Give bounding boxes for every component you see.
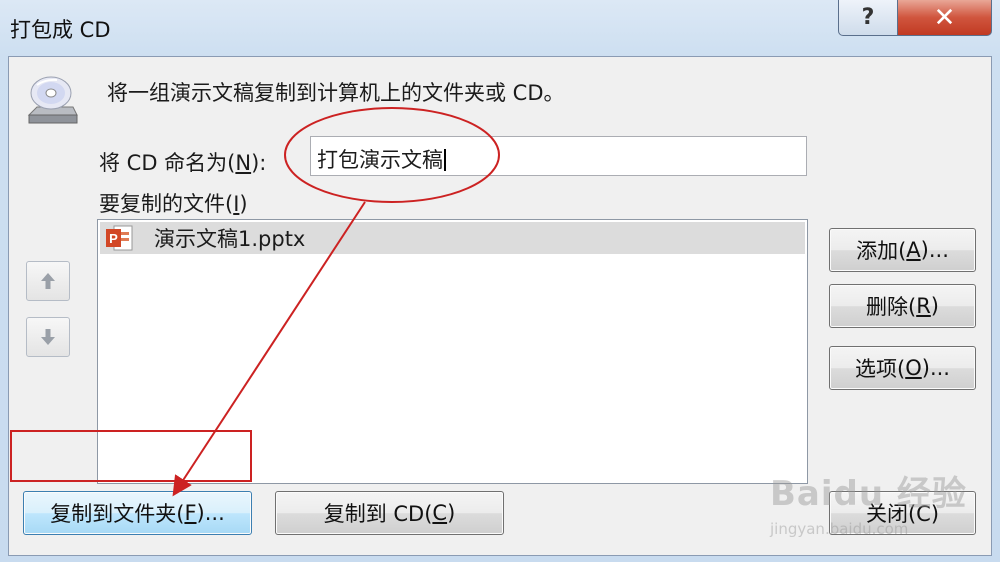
close-button[interactable]: 关闭(C) (829, 491, 976, 535)
delete-button[interactable]: 删除(R) (829, 284, 976, 328)
file-list[interactable]: P 演示文稿1.pptx (97, 219, 808, 484)
cd-drive-icon (27, 76, 78, 124)
dialog-description: 将一组演示文稿复制到计算机上的文件夹或 CD。 (107, 81, 565, 105)
arrow-up-icon (41, 273, 55, 289)
cd-name-label: 将 CD 命名为(N): (99, 151, 267, 175)
move-up-button[interactable] (26, 261, 70, 301)
cd-name-value: 打包演示文稿 (317, 148, 443, 172)
help-button[interactable]: ? (838, 0, 898, 36)
window-close-button[interactable]: ✕ (897, 0, 992, 36)
list-item[interactable]: P 演示文稿1.pptx (100, 222, 805, 254)
dialog-title: 打包成 CD (10, 18, 111, 42)
arrow-down-icon (41, 329, 55, 345)
file-name: 演示文稿1.pptx (154, 227, 306, 251)
options-button[interactable]: 选项(O)... (829, 346, 976, 390)
close-icon: ✕ (933, 2, 956, 33)
package-for-cd-dialog: 打包成 CD ? ✕ 将一组演示文稿复制到计算机上的文件夹或 CD。 将 CD … (0, 0, 1000, 562)
copy-to-cd-button[interactable]: 复制到 CD(C) (275, 491, 504, 535)
svg-text:P: P (109, 231, 118, 246)
copy-to-folder-button[interactable]: 复制到文件夹(F)... (23, 491, 252, 535)
help-icon: ? (861, 5, 875, 30)
files-to-copy-label: 要复制的文件(I) (99, 192, 248, 216)
add-button[interactable]: 添加(A)... (829, 228, 976, 272)
text-caret (444, 149, 446, 171)
move-down-button[interactable] (26, 317, 70, 357)
powerpoint-file-icon: P (104, 224, 134, 252)
cd-name-input[interactable]: 打包演示文稿 (310, 136, 807, 176)
dialog-body: 将一组演示文稿复制到计算机上的文件夹或 CD。 将 CD 命名为(N): 打包演… (8, 56, 992, 556)
